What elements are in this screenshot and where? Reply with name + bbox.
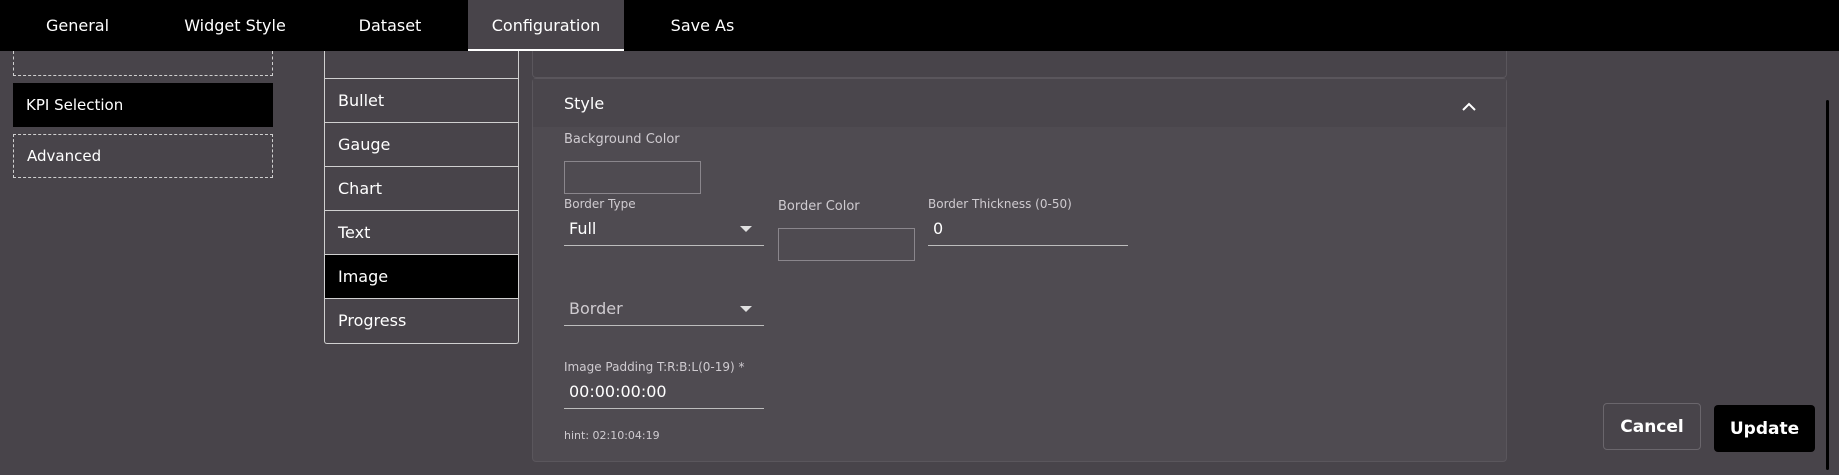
tab-general[interactable]: General [20,0,135,51]
background-color-swatch[interactable] [564,161,701,194]
border-type-label: Border Type [564,197,636,211]
image-padding-hint: hint: 02:10:04:19 [564,429,660,442]
border-color-label: Border Color [778,199,860,214]
style-panel-title: Style [564,93,605,113]
top-tab-bar: General Widget Style Dataset Configurati… [0,0,1839,51]
tab-save-as[interactable]: Save As [650,0,755,51]
widget-type-list: Bullet Gauge Chart Text Image Progress [324,51,519,344]
chevron-down-icon [740,225,752,232]
border-thickness-label: Border Thickness (0-50) [928,197,1072,211]
type-item-gauge[interactable]: Gauge [325,122,518,166]
image-padding-label: Image Padding T:R:B:L(0-19) * [564,360,745,374]
update-button[interactable]: Update [1714,405,1815,452]
style-panel-header[interactable]: Style [533,79,1506,127]
cancel-button[interactable]: Cancel [1603,403,1701,450]
chevron-up-icon[interactable] [1462,96,1476,115]
border-type-value: Full [569,219,597,238]
border-select[interactable]: Border [564,292,764,326]
image-padding-input[interactable] [564,375,764,409]
border-thickness-input[interactable] [928,212,1128,246]
type-item-text[interactable]: Text [325,210,518,254]
type-item-bullet[interactable]: Bullet [325,78,518,122]
type-item-chart[interactable]: Chart [325,166,518,210]
tab-widget-style[interactable]: Widget Style [160,0,310,51]
border-type-select[interactable]: Full [564,212,764,246]
border-color-swatch[interactable] [778,228,915,261]
tab-configuration[interactable]: Configuration [468,0,624,51]
type-item-progress[interactable]: Progress [325,298,518,342]
previous-panel-edge [532,51,1507,78]
sidebar-item-previous[interactable] [13,51,273,76]
sidebar-item-kpi-selection[interactable]: KPI Selection [13,83,273,127]
type-item-image[interactable]: Image [325,254,518,298]
style-panel: Style Background Color Border Type Full … [532,78,1507,462]
chevron-down-icon [740,305,752,312]
border-select-placeholder: Border [569,299,623,318]
sidebar-item-advanced[interactable]: Advanced [13,134,273,178]
scrollbar[interactable] [1826,100,1829,470]
tab-dataset[interactable]: Dataset [335,0,445,51]
background-color-label: Background Color [564,132,680,147]
